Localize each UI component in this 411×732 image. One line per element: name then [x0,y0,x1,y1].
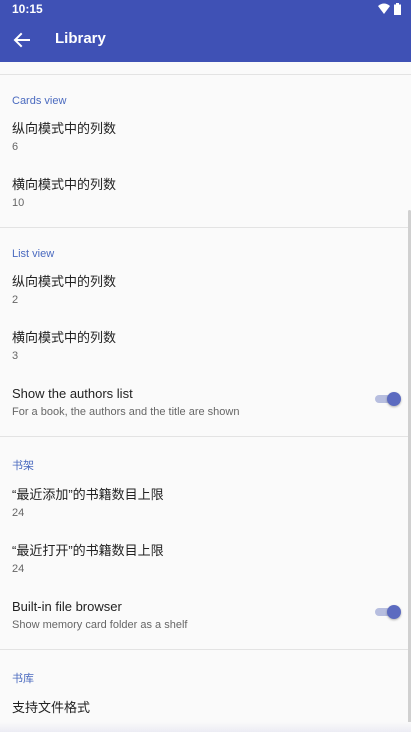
page-title: Library [55,30,106,47]
setting-cards-landscape-columns[interactable]: 横向模式中的列数 10 [0,171,411,227]
setting-value: 2 [12,294,19,306]
authors-list-toggle[interactable] [373,392,401,406]
status-bar: 10:15 [0,0,411,18]
clipped-previous-item [0,62,411,75]
setting-title: 纵向模式中的列数 [12,274,117,289]
back-arrow-icon[interactable] [12,30,32,50]
setting-title: 支持文件格式 [12,700,91,715]
status-time: 10:15 [12,2,43,16]
setting-value: 24 [12,507,25,519]
setting-value: 6 [12,141,19,153]
file-browser-toggle[interactable] [373,605,401,619]
status-icons [378,3,401,15]
setting-title: “最近添加”的书籍数目上限 [12,487,164,502]
toggle-thumb [387,605,401,619]
setting-title: 横向模式中的列数 [12,177,117,192]
settings-list[interactable]: Cards view 纵向模式中的列数 6 横向模式中的列数 10 List v… [0,62,411,732]
setting-recently-added-limit[interactable]: “最近添加”的书籍数目上限 24 [0,481,411,537]
wifi-icon [378,3,390,14]
app-bar: Library [0,18,411,62]
setting-title: Show the authors list [12,386,133,401]
setting-cards-portrait-columns[interactable]: 纵向模式中的列数 6 [0,115,411,171]
setting-title: 纵向模式中的列数 [12,121,117,136]
setting-value: 3 [12,350,19,362]
setting-list-landscape-columns[interactable]: 横向模式中的列数 3 [0,324,411,380]
setting-show-authors-list[interactable]: Show the authors list For a book, the au… [0,380,411,436]
battery-icon [394,3,401,15]
bottom-edge [0,722,411,732]
setting-list-portrait-columns[interactable]: 纵向模式中的列数 2 [0,268,411,324]
setting-title: 横向模式中的列数 [12,330,117,345]
setting-recently-opened-limit[interactable]: “最近打开”的书籍数目上限 24 [0,537,411,593]
setting-title: “最近打开”的书籍数目上限 [12,543,164,558]
section-header-list-view: List view [12,248,55,260]
setting-title: Built-in file browser [12,599,122,614]
setting-summary: Show memory card folder as a shelf [12,619,188,631]
section-header-shelves: 书架 [12,460,34,472]
section-header-cards-view: Cards view [12,95,67,107]
setting-summary: For a book, the authors and the title ar… [12,406,240,418]
setting-built-in-file-browser[interactable]: Built-in file browser Show memory card f… [0,593,411,649]
setting-value: 10 [12,197,25,209]
section-header-library: 书库 [12,673,34,685]
toggle-thumb [387,392,401,406]
setting-value: 24 [12,563,25,575]
